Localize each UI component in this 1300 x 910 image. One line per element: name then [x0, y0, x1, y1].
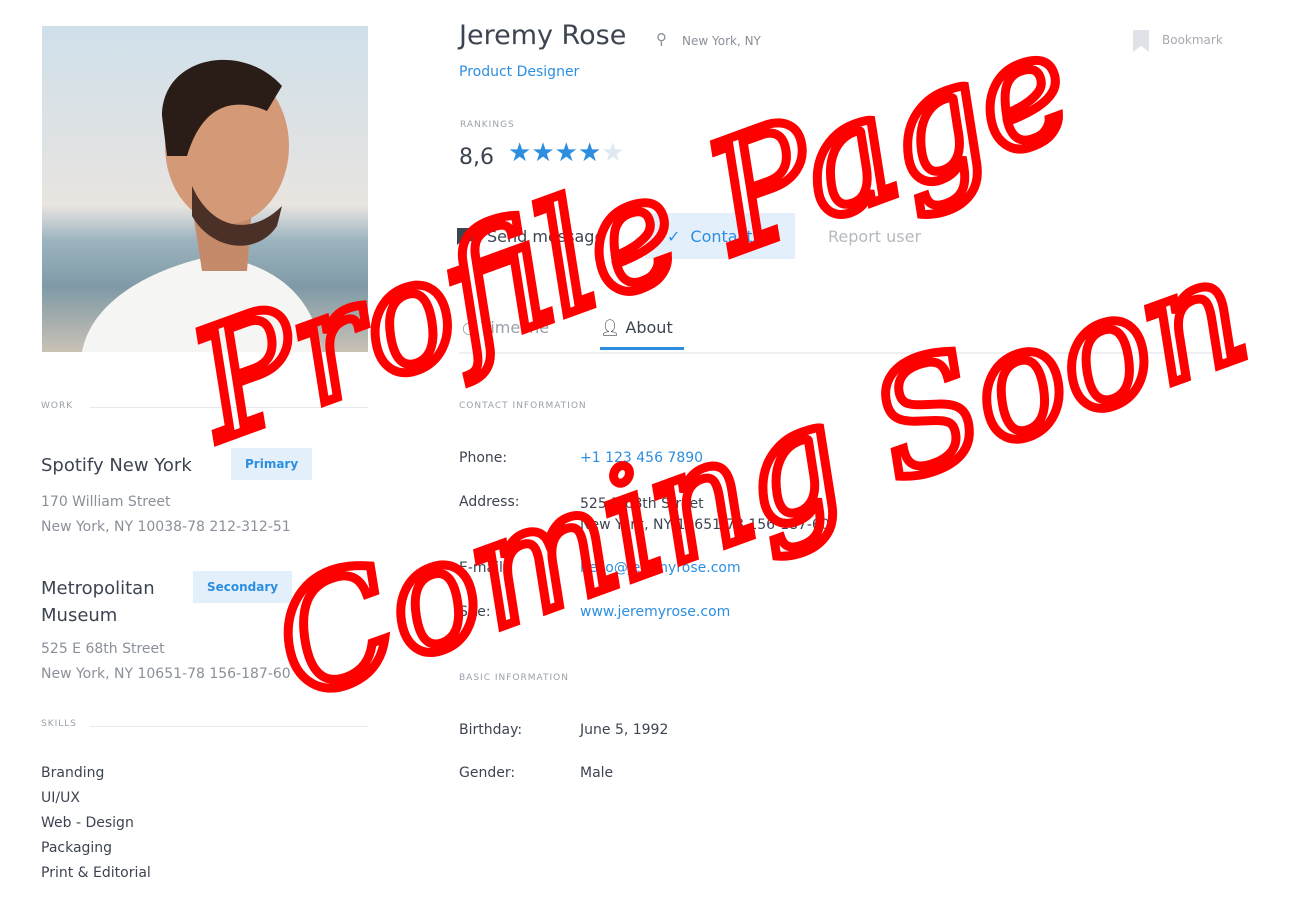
coming-soon-overlay: Profile Page Coming Soon	[165, 0, 1271, 738]
